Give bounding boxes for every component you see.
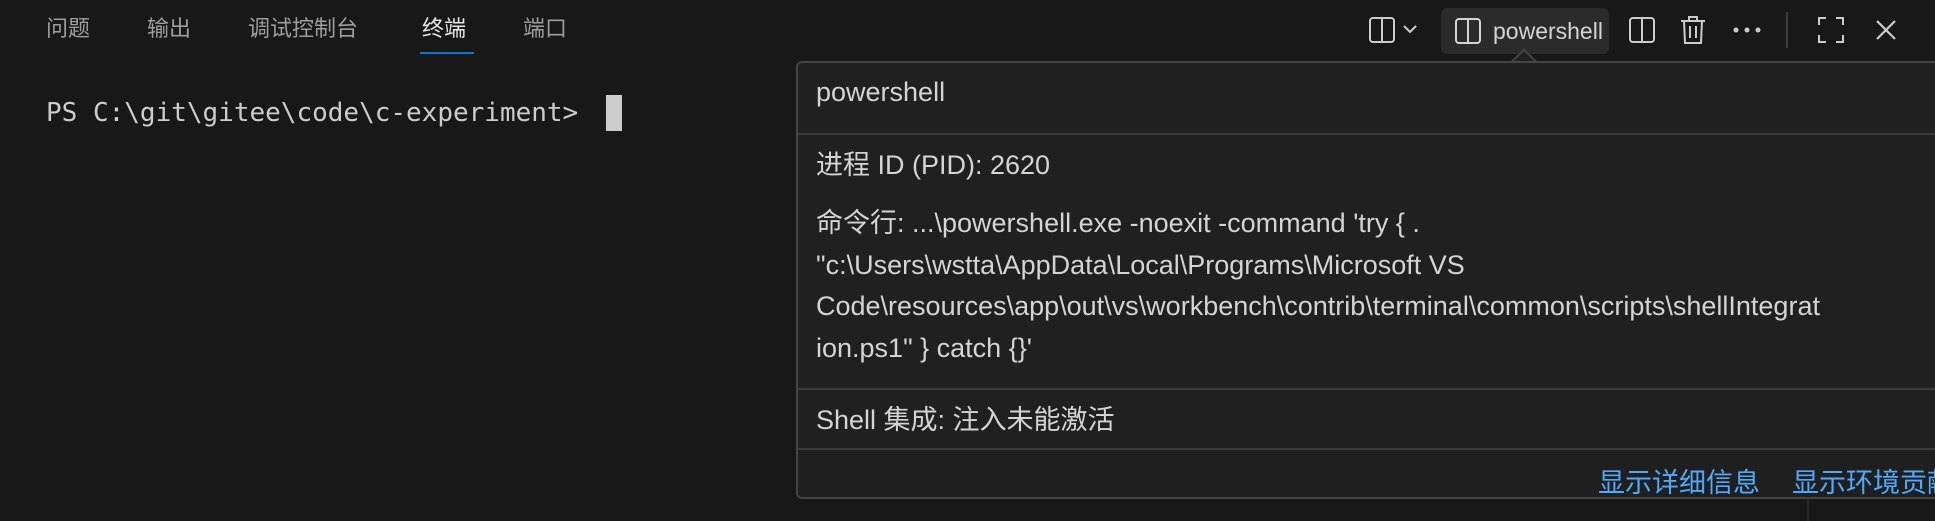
split-dropdown-icon[interactable] (1366, 14, 1426, 46)
toolbar-divider (1786, 12, 1788, 48)
terminal-prompt[interactable]: PS C:\git\gitee\code\c-experiment> (46, 95, 578, 131)
hover-title: powershell (816, 77, 946, 107)
terminal-hover-popup: powershell 进程 ID (PID): 2620 命令行: ...\po… (796, 61, 1935, 499)
command-line-part: 命令行: ...\powershell.exe -noexit -command… (816, 208, 1420, 238)
terminal-icon (1453, 16, 1483, 46)
tab-terminal[interactable]: 终端 (422, 14, 466, 46)
hover-divider (798, 448, 1935, 450)
tab-debug-console[interactable]: 调试控制台 (248, 14, 358, 46)
process-id: 进程 ID (PID): 2620 (816, 150, 1051, 180)
terminal-panel: 问题 输出 调试控制台 终端 端口 powershell PS C:\git\g… (0, 0, 1935, 521)
tab-output[interactable]: 输出 (147, 14, 191, 46)
command-line: 命令行: ...\powershell.exe -noexit -command… (816, 203, 1916, 369)
shell-integration-status: Shell 集成: 注入未能激活 (816, 405, 1115, 435)
command-line-part: ion.ps1" } catch {}' (816, 332, 1032, 363)
terminal-name: powershell (1493, 17, 1603, 44)
tab-ports[interactable]: 端口 (523, 14, 567, 46)
active-tab-indicator (420, 52, 474, 54)
show-details-link[interactable]: 显示详细信息 (1598, 461, 1760, 497)
hover-divider (798, 133, 1935, 135)
terminal-cursor (606, 95, 622, 131)
hover-divider (798, 388, 1935, 390)
split-terminal-icon[interactable] (1626, 14, 1658, 46)
more-icon[interactable] (1731, 14, 1763, 46)
tab-problems[interactable]: 问题 (46, 14, 90, 46)
command-line-part: "c:\Users\wstta\AppData\Local\Programs\M… (816, 249, 1465, 280)
hover-actions-bar (798, 450, 1935, 497)
show-environment-link[interactable]: 显示环境贡献 (1792, 461, 1935, 497)
close-icon[interactable] (1870, 14, 1902, 46)
trash-icon[interactable] (1677, 14, 1709, 46)
command-line-part: Code\resources\app\out\vs\workbench\cont… (816, 291, 1820, 321)
terminal-tab-powershell[interactable]: powershell (1441, 8, 1609, 54)
maximize-icon[interactable] (1815, 14, 1847, 46)
